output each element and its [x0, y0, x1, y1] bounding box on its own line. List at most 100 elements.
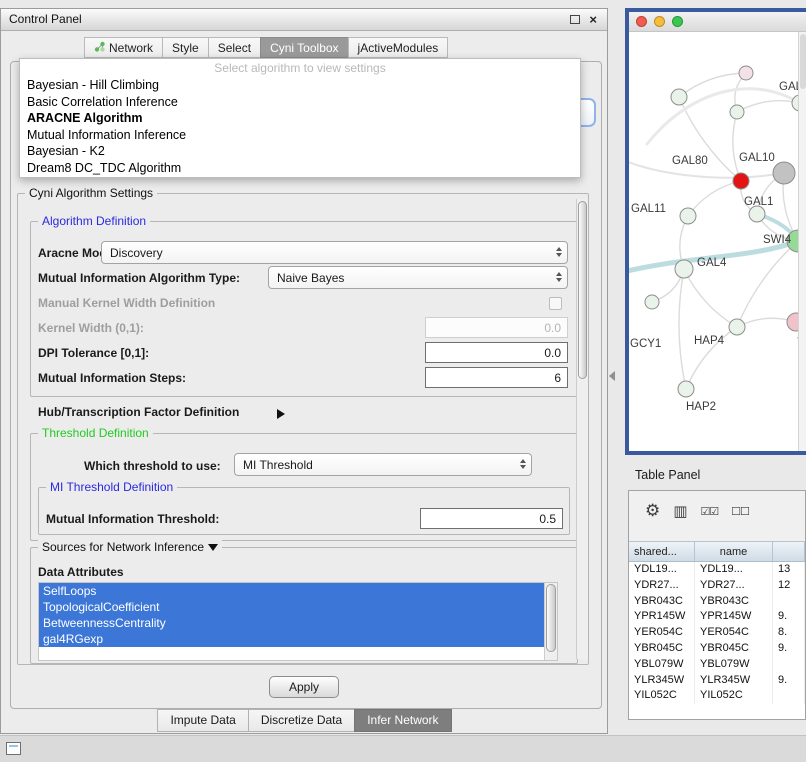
tab-jactivemodules[interactable]: jActiveModules	[348, 37, 449, 58]
zoom-window-icon[interactable]	[672, 16, 683, 27]
mi-steps-input[interactable]: 6	[425, 367, 568, 388]
sources-legend-text: Sources for Network Inference	[42, 540, 204, 554]
settings-scrollbar[interactable]	[576, 199, 588, 659]
bottom-tab-impute-data[interactable]: Impute Data	[157, 709, 248, 732]
tab-style[interactable]: Style	[162, 37, 209, 58]
tab-cyni-toolbox[interactable]: Cyni Toolbox	[260, 37, 348, 58]
network-node[interactable]	[729, 319, 745, 335]
select-all-icon[interactable]: ☑☑	[700, 505, 718, 518]
network-vertical-scrollbar[interactable]	[798, 32, 806, 451]
algorithm-option[interactable]: Mutual Information Inference	[20, 127, 580, 144]
algorithm-option[interactable]: Dream8 DC_TDC Algorithm	[20, 160, 580, 177]
network-canvas[interactable]: GALGAL80GAL10GAL11GAL1SWI4GAL4GCY1HAP4HA…	[629, 32, 806, 451]
panel-splitter-handle[interactable]	[609, 371, 615, 381]
network-node[interactable]	[733, 173, 749, 189]
attribute-item[interactable]: BetweennessCentrality	[39, 615, 544, 631]
close-window-icon[interactable]	[636, 16, 647, 27]
algorithm-popup: Select algorithm to view settings Bayesi…	[19, 58, 581, 178]
table-cell: YDR27...	[695, 578, 773, 594]
aracne-mode-select[interactable]: Discovery	[101, 241, 568, 264]
mi-threshold-label: Mutual Information Threshold:	[46, 512, 219, 526]
tab-label: jActiveModules	[358, 41, 439, 55]
mi-type-select[interactable]: Naive Bayes	[268, 266, 568, 289]
tab-label: Network	[109, 41, 153, 55]
algorithm-option[interactable]: ARACNE Algorithm	[20, 110, 580, 127]
attribute-item[interactable]: gal4RGexp	[39, 631, 544, 647]
threshold-definition-legend: Threshold Definition	[38, 426, 153, 440]
network-window-titlebar[interactable]	[629, 12, 806, 32]
column-header[interactable]	[773, 542, 805, 561]
collapse-arrow-icon	[208, 544, 218, 551]
table-toolbar: ⚙ ▥ ☑☑ ☐☐	[629, 491, 805, 531]
list-scrollbar[interactable]	[544, 583, 557, 660]
table-row[interactable]: YBL079WYBL079W	[629, 657, 805, 673]
restore-panel-icon[interactable]	[6, 742, 21, 755]
network-node[interactable]	[645, 295, 659, 309]
tab-network[interactable]: Network	[84, 37, 163, 58]
table-row[interactable]: YLR345WYLR345W9.	[629, 673, 805, 689]
minimize-window-icon[interactable]	[654, 16, 665, 27]
table-cell: YER054C	[695, 625, 773, 641]
float-window-icon[interactable]	[570, 12, 580, 27]
table-cell: 13	[773, 562, 805, 578]
control-panel-titlebar[interactable]: Control Panel ×	[1, 9, 607, 31]
attribute-item[interactable]: TopologicalCoefficient	[39, 599, 544, 615]
table-row[interactable]: YIL052CYIL052C	[629, 688, 805, 704]
network-node[interactable]	[749, 206, 765, 222]
sources-legend[interactable]: Sources for Network Inference	[38, 540, 222, 554]
dpi-tolerance-input[interactable]: 0.0	[425, 342, 568, 363]
which-threshold-label: Which threshold to use:	[84, 459, 221, 473]
table-row[interactable]: YPR145WYPR145W9.	[629, 609, 805, 625]
network-edge	[679, 73, 746, 97]
columns-icon[interactable]: ▥	[673, 502, 687, 520]
algorithm-option[interactable]: Bayesian - K2	[20, 143, 580, 160]
algorithm-option[interactable]: Bayesian - Hill Climbing	[20, 77, 580, 94]
deselect-all-icon[interactable]: ☐☐	[731, 505, 749, 518]
table-cell: 9.	[773, 673, 805, 689]
which-threshold-select[interactable]: MI Threshold	[234, 453, 532, 476]
column-header[interactable]: shared...	[629, 542, 695, 561]
algorithm-option[interactable]: Basic Correlation Inference	[20, 94, 580, 111]
table-cell: YLR345W	[629, 673, 695, 689]
table-cell	[773, 688, 805, 704]
close-window-icon[interactable]: ×	[589, 12, 597, 27]
attribute-item[interactable]: SelfLoops	[39, 583, 544, 599]
table-row[interactable]: YBR043CYBR043C	[629, 594, 805, 610]
table-row[interactable]: YDL19...YDL19...13	[629, 562, 805, 578]
network-scrollbar-thumb[interactable]	[800, 34, 806, 89]
table-cell: YDL19...	[695, 562, 773, 578]
settings-scrollbar-thumb[interactable]	[578, 201, 587, 379]
table-cell: 9.	[773, 609, 805, 625]
data-attributes-listbox[interactable]: SelfLoopsTopologicalCoefficientBetweenne…	[38, 582, 558, 661]
expand-arrow-icon[interactable]	[277, 406, 285, 424]
network-node[interactable]	[671, 89, 687, 105]
mi-threshold-input[interactable]: 0.5	[420, 508, 563, 529]
bottom-tab-infer-network[interactable]: Infer Network	[354, 709, 451, 732]
mi-steps-label: Mutual Information Steps:	[38, 371, 186, 385]
kernel-width-input[interactable]: 0.0	[425, 317, 568, 338]
network-node[interactable]	[730, 105, 744, 119]
list-scrollbar-thumb[interactable]	[546, 584, 556, 652]
network-edge	[688, 181, 741, 216]
control-panel-window: Control Panel × Network StyleSelectCyni T…	[0, 8, 608, 734]
apply-button[interactable]: Apply	[269, 676, 339, 698]
table-cell: 12	[773, 578, 805, 594]
table-panel-title: Table Panel	[625, 462, 806, 488]
algorithm-popup-list: Bayesian - Hill ClimbingBasic Correlatio…	[20, 77, 580, 176]
aracne-mode-value: Discovery	[110, 246, 163, 260]
table-row[interactable]: YER054CYER054C8.	[629, 625, 805, 641]
settings-gear-icon[interactable]: ⚙	[645, 501, 660, 521]
network-node[interactable]	[739, 66, 753, 80]
tab-select[interactable]: Select	[208, 37, 261, 58]
manual-kernel-checkbox[interactable]	[549, 297, 562, 310]
network-view-window[interactable]: GALGAL80GAL10GAL11GAL1SWI4GAL4GCY1HAP4HA…	[625, 8, 806, 455]
network-node[interactable]	[773, 162, 795, 184]
network-node[interactable]	[680, 208, 696, 224]
bottom-tab-discretize-data[interactable]: Discretize Data	[248, 709, 355, 732]
network-node[interactable]	[675, 260, 693, 278]
column-header[interactable]: name	[695, 542, 773, 561]
table-row[interactable]: YBR045CYBR045C9.	[629, 641, 805, 657]
network-node[interactable]	[678, 381, 694, 397]
node-label: SWI4	[763, 234, 792, 246]
table-row[interactable]: YDR27...YDR27...12	[629, 578, 805, 594]
